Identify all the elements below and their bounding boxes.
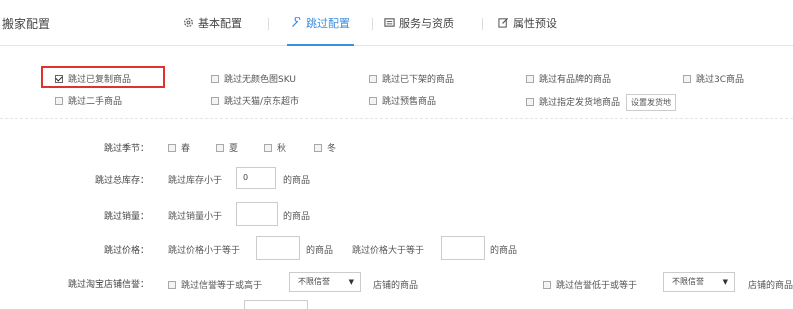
stock-prefix: 跳过库存小于 bbox=[168, 176, 223, 186]
price-min-suffix: 的商品 bbox=[306, 246, 334, 256]
sales-prefix: 跳过销量小于 bbox=[168, 212, 223, 222]
checkbox[interactable] bbox=[55, 97, 63, 105]
skip-branded-option[interactable]: 跳过有品牌的商品 bbox=[526, 72, 611, 85]
page-title: 搬家配置 bbox=[2, 17, 51, 31]
sales-input[interactable] bbox=[236, 202, 278, 226]
option-label: 夏 bbox=[229, 144, 239, 154]
checkbox[interactable] bbox=[314, 144, 322, 152]
checkbox[interactable] bbox=[526, 75, 534, 83]
checkbox[interactable] bbox=[211, 75, 219, 83]
option-label: 冬 bbox=[327, 144, 337, 154]
option-label: 跳过信誉低于或等于 bbox=[556, 281, 638, 291]
tab-attribute-preset[interactable]: 属性预设 bbox=[498, 15, 557, 46]
credit-low-option[interactable]: 跳过信誉低于或等于 bbox=[543, 278, 637, 291]
gear-icon bbox=[184, 18, 193, 27]
credit-low-suffix: 店铺的商品 bbox=[748, 281, 793, 291]
price-min-prefix: 跳过价格小于等于 bbox=[168, 246, 241, 256]
chevron-down-icon: ▼ bbox=[348, 278, 354, 286]
season-label: 跳过季节： bbox=[103, 144, 149, 154]
skip-ship-location-option[interactable]: 跳过指定发货地商品 设置发货地 bbox=[526, 94, 677, 111]
option-label: 跳过天猫/京东超市 bbox=[224, 97, 300, 107]
checkbox[interactable] bbox=[369, 75, 377, 83]
skip-secondhand-option[interactable]: 跳过二手商品 bbox=[55, 94, 122, 107]
option-label: 跳过有品牌的商品 bbox=[539, 75, 612, 85]
option-label: 跳过预售商品 bbox=[382, 97, 437, 107]
price-max-suffix: 的商品 bbox=[490, 246, 518, 256]
tab-divider bbox=[372, 18, 373, 30]
option-label: 跳过二手商品 bbox=[68, 97, 123, 107]
season-autumn-option[interactable]: 秋 bbox=[264, 141, 286, 154]
skip-no-color-sku-option[interactable]: 跳过无颜色图SKU bbox=[211, 72, 296, 85]
season-winter-option[interactable]: 冬 bbox=[314, 141, 336, 154]
option-label: 春 bbox=[181, 144, 191, 154]
checkbox[interactable] bbox=[683, 75, 691, 83]
option-label: 跳过指定发货地商品 bbox=[539, 98, 621, 108]
highlight-box bbox=[41, 66, 165, 88]
select-value: 不限信誉 bbox=[298, 277, 330, 286]
checkbox[interactable] bbox=[216, 144, 224, 152]
checkbox[interactable] bbox=[211, 97, 219, 105]
stock-label: 跳过总库存： bbox=[94, 176, 149, 186]
partial-input[interactable] bbox=[244, 300, 308, 309]
tab-divider bbox=[482, 18, 483, 30]
stock-input[interactable]: 0 bbox=[236, 167, 276, 189]
skip-delisted-option[interactable]: 跳过已下架的商品 bbox=[369, 72, 454, 85]
tab-label: 基本配置 bbox=[198, 17, 242, 30]
tab-basic-config[interactable]: 基本配置 bbox=[183, 15, 242, 46]
skip-3c-option[interactable]: 跳过3C商品 bbox=[683, 72, 744, 85]
credit-label: 跳过淘宝店铺信誉： bbox=[67, 280, 149, 290]
option-label: 秋 bbox=[277, 144, 287, 154]
select-value: 不限信誉 bbox=[672, 277, 704, 286]
tab-skip-config[interactable]: 跳过配置 bbox=[287, 15, 354, 46]
stock-suffix: 的商品 bbox=[283, 176, 311, 186]
price-max-prefix: 跳过价格大于等于 bbox=[352, 246, 425, 256]
option-label: 跳过信誉等于或高于 bbox=[181, 281, 263, 291]
tab-divider bbox=[268, 18, 269, 30]
sales-label: 跳过销量： bbox=[103, 212, 149, 222]
skip-presale-option[interactable]: 跳过预售商品 bbox=[369, 94, 436, 107]
option-label: 跳过无颜色图SKU bbox=[224, 75, 296, 85]
tab-label: 跳过配置 bbox=[306, 17, 350, 30]
option-label: 跳过3C商品 bbox=[696, 75, 745, 85]
option-label: 跳过已下架的商品 bbox=[382, 75, 455, 85]
chevron-down-icon: ▼ bbox=[722, 278, 728, 286]
credit-high-select[interactable]: 不限信誉 ▼ bbox=[289, 272, 361, 292]
credit-high-suffix: 店铺的商品 bbox=[373, 281, 419, 291]
set-ship-location-button[interactable]: 设置发货地 bbox=[626, 94, 677, 111]
season-summer-option[interactable]: 夏 bbox=[216, 141, 238, 154]
config-header: 搬家配置 基本配置 跳过配置 服务与资质 属性预设 bbox=[0, 0, 793, 46]
checkbox[interactable] bbox=[526, 98, 534, 106]
skip-tmall-jd-option[interactable]: 跳过天猫/京东超市 bbox=[211, 94, 299, 107]
price-min-input[interactable] bbox=[256, 236, 300, 260]
checkbox[interactable] bbox=[168, 144, 176, 152]
tab-label: 服务与资质 bbox=[399, 17, 454, 30]
credit-high-option[interactable]: 跳过信誉等于或高于 bbox=[168, 278, 262, 291]
edit-icon bbox=[498, 17, 509, 28]
price-max-input[interactable] bbox=[441, 236, 485, 260]
checkbox[interactable] bbox=[168, 281, 176, 289]
season-spring-option[interactable]: 春 bbox=[168, 141, 190, 154]
tab-service-qualification[interactable]: 服务与资质 bbox=[384, 15, 454, 46]
card-icon bbox=[384, 18, 395, 27]
wrench-icon bbox=[292, 17, 301, 27]
section-divider bbox=[0, 118, 793, 119]
tab-label: 属性预设 bbox=[513, 17, 557, 30]
checkbox[interactable] bbox=[264, 144, 272, 152]
price-label: 跳过价格： bbox=[103, 246, 149, 256]
sales-suffix: 的商品 bbox=[283, 212, 311, 222]
credit-low-select[interactable]: 不限信誉 ▼ bbox=[663, 272, 735, 292]
checkbox[interactable] bbox=[369, 97, 377, 105]
checkbox[interactable] bbox=[543, 281, 551, 289]
